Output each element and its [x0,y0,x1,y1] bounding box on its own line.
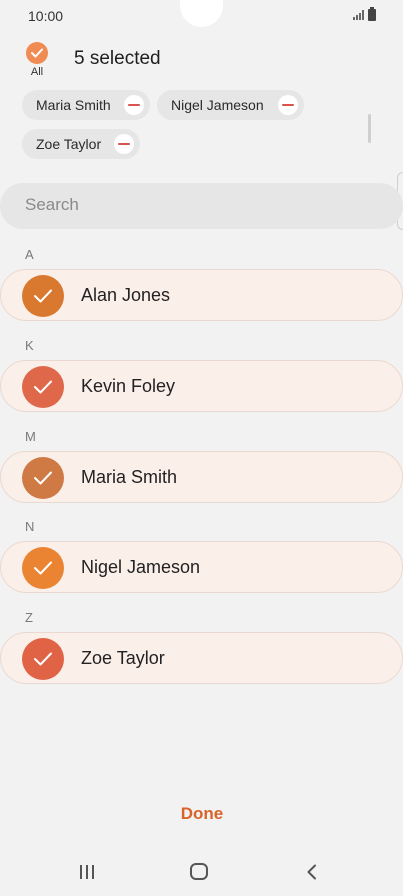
section-header: A [25,247,34,262]
status-time: 10:00 [28,8,64,24]
contact-avatar-checked[interactable] [22,457,64,499]
remove-icon[interactable] [114,134,134,154]
contact-name: Zoe Taylor [81,648,165,668]
remove-icon[interactable] [278,95,298,115]
selected-chip: Maria Smith [22,90,150,120]
select-all-checkbox[interactable] [26,42,48,64]
camera-notch [180,0,223,27]
checkmark-icon [34,380,52,394]
contact-row[interactable]: Nigel Jameson [0,541,403,593]
remove-icon[interactable] [124,95,144,115]
done-button[interactable]: Done [160,804,244,832]
search-bar[interactable] [0,183,403,229]
battery-icon [368,7,376,21]
contact-name: Maria Smith [81,467,178,487]
recent-apps-icon[interactable] [79,864,95,880]
contact-row[interactable]: Alan Jones [0,269,403,321]
contact-row[interactable]: Maria Smith [0,451,403,503]
contact-avatar-checked[interactable] [22,638,64,680]
contact-name: Nigel Jameson [81,557,201,577]
chip-label: Nigel Jameson [171,97,264,113]
contact-name: Alan Jones [81,285,171,305]
status-bar: 10:00 [0,0,403,32]
selected-chip: Nigel Jameson [157,90,304,120]
section-header: K [25,338,34,353]
back-icon[interactable] [305,864,319,880]
contact-avatar-checked[interactable] [22,275,64,317]
chip-label: Zoe Taylor [36,136,102,152]
select-all-label: All [30,66,44,78]
section-header: Z [25,610,33,625]
contact-name: Kevin Foley [81,376,176,396]
checkmark-icon [34,289,52,303]
contact-row[interactable]: Kevin Foley [0,360,403,412]
chip-label: Maria Smith [36,97,111,113]
checkmark-icon [34,471,52,485]
checkmark-icon [34,652,52,666]
home-icon[interactable] [190,863,208,880]
selected-chip: Zoe Taylor [22,129,140,159]
contact-row[interactable]: Zoe Taylor [0,632,403,684]
signal-icon [353,10,364,20]
checkmark-icon [34,561,52,575]
contact-avatar-checked[interactable] [22,366,64,408]
section-header: M [25,429,36,444]
checkmark-icon [31,48,43,58]
selected-count: 5 selected [74,48,161,69]
chips-scrollbar[interactable] [368,114,371,143]
contact-avatar-checked[interactable] [22,547,64,589]
select-all[interactable]: All [24,42,50,78]
search-input[interactable] [25,195,365,215]
section-header: N [25,519,35,534]
